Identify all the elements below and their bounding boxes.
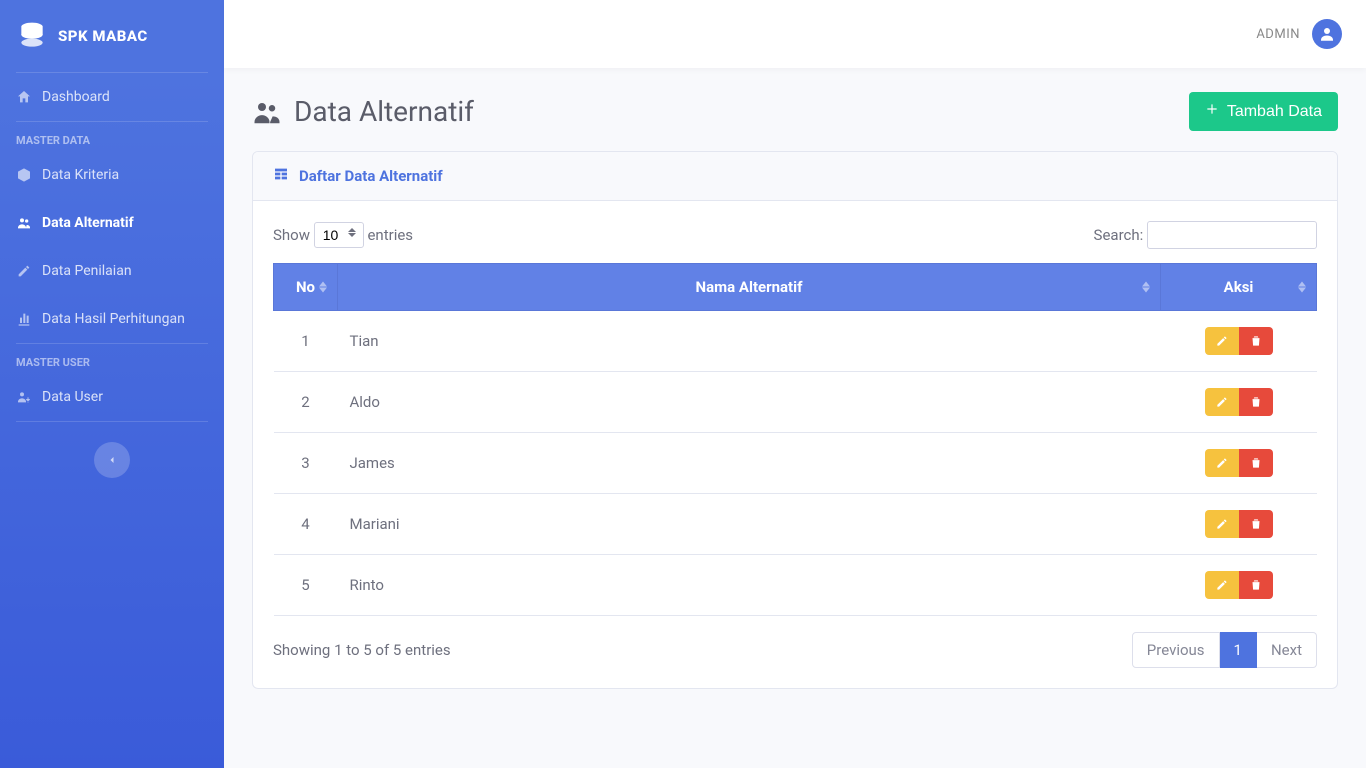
table-row: 2Aldo xyxy=(274,372,1317,433)
sidebar-item-alternatif[interactable]: Data Alternatif xyxy=(0,199,224,247)
table-row: 1Tian xyxy=(274,311,1317,372)
table-row: 4Mariani xyxy=(274,494,1317,555)
users-icon xyxy=(16,215,32,231)
show-label: Show xyxy=(273,226,310,244)
sidebar-item-user[interactable]: Data User xyxy=(0,373,224,421)
search-input[interactable] xyxy=(1147,221,1317,249)
table-row: 3James xyxy=(274,433,1317,494)
cell-aksi xyxy=(1161,494,1317,555)
sidebar-item-hasil[interactable]: Data Hasil Perhitungan xyxy=(0,295,224,343)
pagination-page-1[interactable]: 1 xyxy=(1220,632,1257,668)
main: ADMIN Data Alternatif Tambah xyxy=(224,0,1366,768)
sort-icon xyxy=(1298,282,1306,293)
nav-label: Dashboard xyxy=(42,89,110,105)
cell-aksi xyxy=(1161,311,1317,372)
edit-button[interactable] xyxy=(1205,510,1239,538)
users-cog-icon xyxy=(16,389,32,405)
table-icon xyxy=(273,166,289,186)
edit-icon xyxy=(16,263,32,279)
delete-button[interactable] xyxy=(1239,510,1273,538)
topbar-username: ADMIN xyxy=(1256,27,1300,42)
edit-button[interactable] xyxy=(1205,571,1239,599)
add-button-label: Tambah Data xyxy=(1227,103,1322,121)
delete-button[interactable] xyxy=(1239,388,1273,416)
table-controls: Show 10 entries Search: xyxy=(273,221,1317,249)
topbar-user[interactable]: ADMIN xyxy=(1256,19,1342,49)
pagination: Previous 1 Next xyxy=(1132,632,1317,668)
delete-button[interactable] xyxy=(1239,449,1273,477)
edit-button[interactable] xyxy=(1205,327,1239,355)
cell-nama: Aldo xyxy=(338,372,1161,433)
cell-no: 3 xyxy=(274,433,338,494)
table-info: Showing 1 to 5 of 5 entries xyxy=(273,641,451,659)
cell-aksi xyxy=(1161,555,1317,616)
col-nama[interactable]: Nama Alternatif xyxy=(338,264,1161,311)
sidebar-item-kriteria[interactable]: Data Kriteria xyxy=(0,151,224,199)
page-size-select[interactable]: 10 xyxy=(314,222,364,248)
pagination-next[interactable]: Next xyxy=(1257,632,1317,668)
col-no[interactable]: No xyxy=(274,264,338,311)
cell-no: 2 xyxy=(274,372,338,433)
plus-icon xyxy=(1205,102,1219,121)
table-row: 5Rinto xyxy=(274,555,1317,616)
delete-button[interactable] xyxy=(1239,571,1273,599)
users-icon xyxy=(252,97,282,127)
table-footer: Showing 1 to 5 of 5 entries Previous 1 N… xyxy=(273,632,1317,668)
cell-nama: James xyxy=(338,433,1161,494)
page-header: Data Alternatif Tambah Data xyxy=(252,92,1338,131)
cell-nama: Mariani xyxy=(338,494,1161,555)
col-aksi[interactable]: Aksi xyxy=(1161,264,1317,311)
sidebar: SPK MABAC Dashboard MASTER DATA Data Kri… xyxy=(0,0,224,768)
search-wrap: Search: xyxy=(1094,221,1317,249)
card-body: Show 10 entries Search: xyxy=(253,201,1337,688)
cell-nama: Rinto xyxy=(338,555,1161,616)
cell-aksi xyxy=(1161,433,1317,494)
cell-no: 5 xyxy=(274,555,338,616)
cell-aksi xyxy=(1161,372,1317,433)
chart-icon xyxy=(16,311,32,327)
show-entries: Show 10 entries xyxy=(273,222,413,248)
nav-label: Data Kriteria xyxy=(42,167,119,183)
card: Daftar Data Alternatif Show 10 entries xyxy=(252,151,1338,689)
sort-icon xyxy=(319,282,327,293)
topbar: ADMIN xyxy=(224,0,1366,68)
divider xyxy=(16,421,208,422)
content: Data Alternatif Tambah Data Daftar Data … xyxy=(224,68,1366,713)
cube-icon xyxy=(16,167,32,183)
nav-label: Data User xyxy=(42,389,103,405)
sidebar-heading-master-data: MASTER DATA xyxy=(0,122,224,151)
page-title-wrap: Data Alternatif xyxy=(252,95,474,128)
add-button[interactable]: Tambah Data xyxy=(1189,92,1338,131)
card-title: Daftar Data Alternatif xyxy=(299,167,443,185)
database-icon xyxy=(16,20,48,52)
sidebar-collapse-button[interactable] xyxy=(94,442,130,478)
brand[interactable]: SPK MABAC xyxy=(0,0,224,72)
nav-label: Data Penilaian xyxy=(42,263,132,279)
cell-no: 1 xyxy=(274,311,338,372)
avatar-icon xyxy=(1312,19,1342,49)
pagination-prev[interactable]: Previous xyxy=(1132,632,1220,668)
data-table: No Nama Alternatif Aksi 1Tian2Aldo3James… xyxy=(273,263,1317,616)
sidebar-item-penilaian[interactable]: Data Penilaian xyxy=(0,247,224,295)
sidebar-item-dashboard[interactable]: Dashboard xyxy=(0,73,224,121)
edit-button[interactable] xyxy=(1205,449,1239,477)
delete-button[interactable] xyxy=(1239,327,1273,355)
card-header: Daftar Data Alternatif xyxy=(253,152,1337,201)
nav-label: Data Hasil Perhitungan xyxy=(42,311,185,327)
page-title: Data Alternatif xyxy=(294,95,474,128)
entries-label: entries xyxy=(367,226,413,244)
edit-button[interactable] xyxy=(1205,388,1239,416)
home-icon xyxy=(16,89,32,105)
brand-title: SPK MABAC xyxy=(58,27,148,45)
cell-no: 4 xyxy=(274,494,338,555)
cell-nama: Tian xyxy=(338,311,1161,372)
sort-icon xyxy=(1142,282,1150,293)
nav-label: Data Alternatif xyxy=(42,215,134,231)
search-label: Search: xyxy=(1094,226,1144,244)
sidebar-heading-master-user: MASTER USER xyxy=(0,344,224,373)
